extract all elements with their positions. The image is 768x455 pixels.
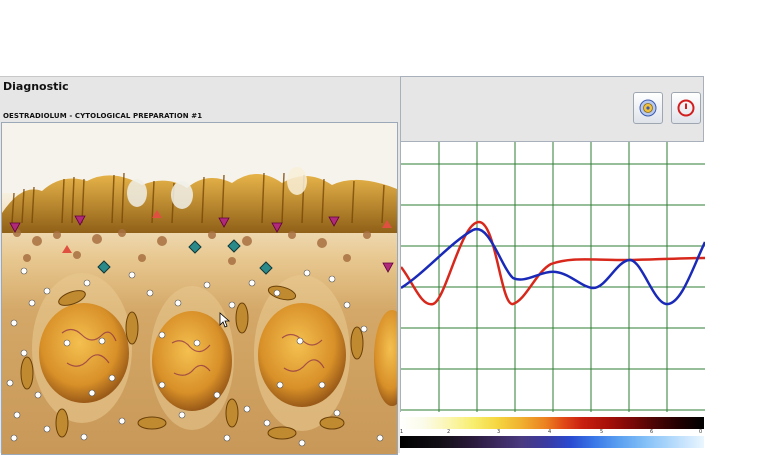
scale-tick: 2 [447, 429, 451, 435]
scan-button[interactable] [633, 92, 663, 124]
scale-tick: 5 [600, 429, 604, 435]
scan-disc-icon [639, 99, 657, 117]
preparation-title: OESTRADIOLUM - CYTOLOGICAL PREPARATION #… [3, 112, 203, 120]
color-scale: 1 2 3 4 5 6 0 [400, 413, 704, 452]
cool-color-scale [400, 436, 704, 448]
diagnostic-panel: Diagnostic OESTRADIOLUM - CYTOLOGICAL PR… [0, 76, 400, 455]
warm-color-scale [400, 417, 704, 429]
waveform-graph [400, 142, 705, 412]
scale-tick: 1 [400, 429, 404, 435]
tissue-illustration [2, 123, 397, 454]
scale-tick: 3 [497, 429, 501, 435]
power-stop-icon [677, 99, 695, 117]
scale-tick: 6 [650, 429, 654, 435]
scale-tick: 4 [548, 429, 552, 435]
panel-title: Diagnostic [3, 80, 69, 93]
stop-button[interactable] [671, 92, 701, 124]
graph-grid [401, 142, 705, 412]
scale-tick: 0 [699, 429, 703, 435]
cytological-image[interactable] [1, 122, 398, 455]
waveform-plot [401, 142, 705, 412]
graph-toolbar [400, 76, 704, 142]
